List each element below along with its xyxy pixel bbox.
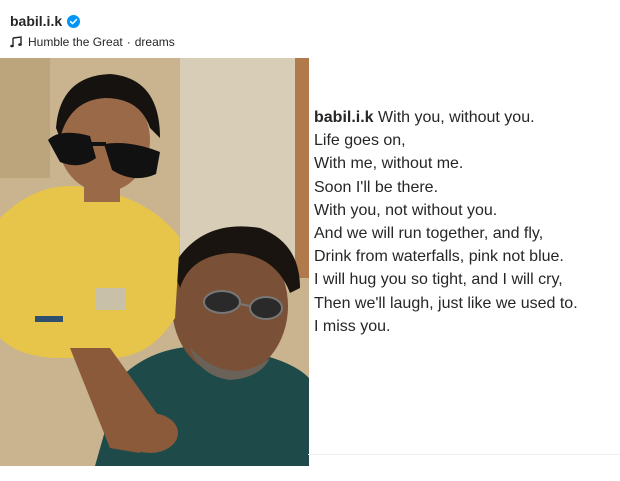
post-header: babil.i.k Humble the Great · dreams	[10, 12, 175, 50]
caption-line: I miss you.	[314, 317, 391, 335]
audio-track: Humble the Great	[28, 35, 123, 49]
username-link[interactable]: babil.i.k	[10, 13, 62, 29]
music-note-icon	[10, 36, 22, 48]
caption-line: With you, not without you.	[314, 201, 498, 219]
verified-badge-icon	[67, 14, 81, 28]
user-row: babil.i.k	[10, 12, 175, 30]
caption-line: I will hug you so tight, and I will cry,	[314, 271, 563, 289]
caption-line: And we will run together, and fly,	[314, 225, 544, 243]
caption-line: Soon I'll be there.	[314, 178, 439, 196]
audio-separator: ·	[126, 35, 131, 49]
caption-text: With you, without you.	[378, 109, 535, 126]
caption-author-link[interactable]: babil.i.k	[314, 109, 374, 126]
post-caption: babil.i.k With you, without you. Life go…	[314, 106, 620, 338]
caption-line: Drink from waterfalls, pink not blue.	[314, 248, 564, 266]
post-photo[interactable]	[0, 58, 309, 466]
caption-line-1: babil.i.k With you, without you.	[314, 106, 620, 129]
caption-line: With me, without me.	[314, 155, 464, 173]
caption-line: Then we'll laugh, just like we used to.	[314, 294, 578, 312]
audio-song: dreams	[134, 35, 175, 49]
audio-link[interactable]: Humble the Great · dreams	[10, 34, 175, 50]
divider	[308, 454, 620, 455]
caption-line: Life goes on,	[314, 132, 406, 150]
